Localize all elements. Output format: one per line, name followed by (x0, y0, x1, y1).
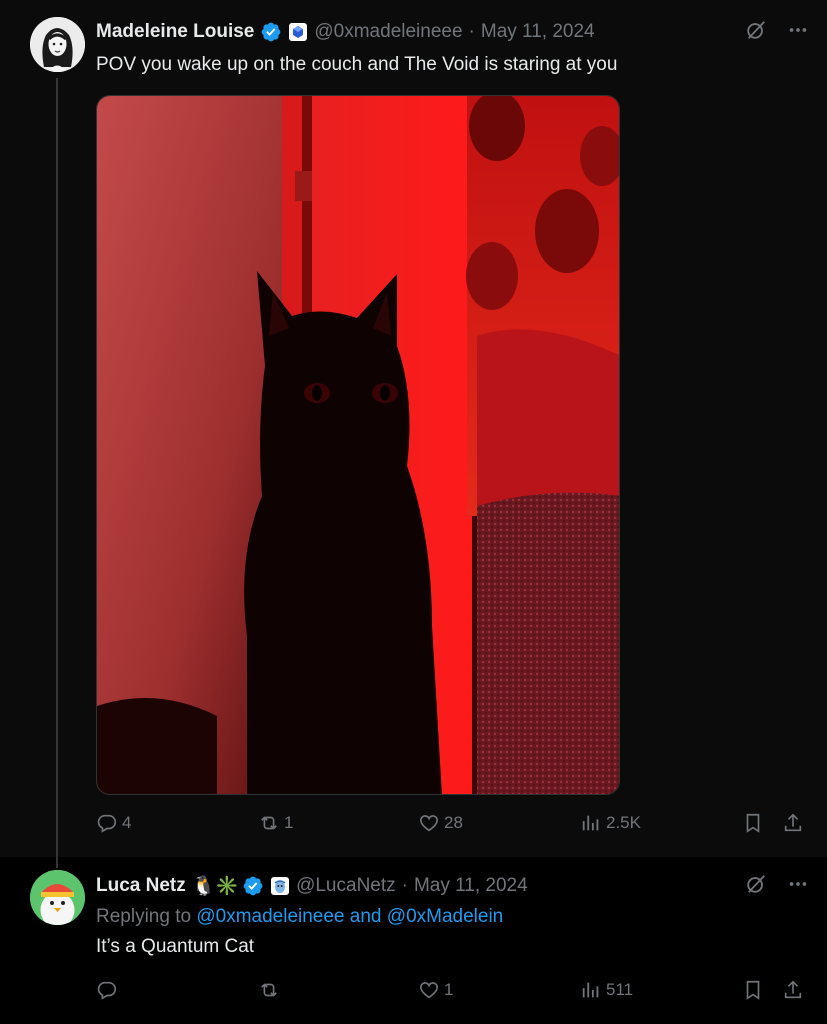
share-icon (784, 813, 802, 832)
bookmark-icon (746, 980, 760, 1000)
replying-to: Replying to @0xmadeleineee and @0xMadele… (96, 906, 503, 928)
replying-and[interactable]: and (345, 906, 387, 927)
reply-author-handle[interactable]: @LucaNetz (296, 875, 396, 897)
affiliate-badge-icon[interactable] (270, 876, 290, 896)
reply-top-actions (745, 873, 809, 900)
bookmark-action[interactable] (742, 812, 764, 834)
separator-dot: · (401, 875, 408, 896)
replying-prefix: Replying to (96, 906, 197, 927)
views-icon (582, 815, 599, 831)
grok-icon[interactable] (745, 19, 767, 46)
main-tweet-header: Madeleine Louise @0xmadeleineee · May 11… (96, 18, 595, 46)
name-emojis: 🐧✳️ (191, 876, 240, 897)
main-tweet-actions: 4 1 28 2.5K (96, 812, 808, 842)
reply-actions: 1 511 (96, 979, 808, 1009)
verified-badge-icon (260, 21, 282, 43)
share-action[interactable] (782, 979, 804, 1001)
reply-header: Luca Netz 🐧✳️ @LucaNetz · May 11, 2024 (96, 872, 528, 900)
replying-handle-1[interactable]: @0xmadeleineee (196, 906, 344, 927)
views-icon (582, 982, 599, 998)
verified-badge-icon (242, 875, 264, 897)
like-action[interactable]: 28 (418, 812, 463, 834)
bookmark-action[interactable] (742, 979, 764, 1001)
share-icon (784, 980, 802, 999)
retweet-action[interactable]: 1 (258, 812, 293, 834)
like-count: 28 (444, 813, 463, 832)
tweet-date[interactable]: May 11, 2024 (481, 21, 595, 43)
tweet-text: POV you wake up on the couch and The Voi… (96, 54, 618, 75)
reply-date[interactable]: May 11, 2024 (414, 875, 528, 897)
reply-action[interactable]: 4 (96, 812, 131, 834)
like-action[interactable]: 1 (418, 979, 453, 1001)
reply-action[interactable] (96, 979, 122, 1001)
replying-handle-2[interactable]: @0xMadelein (387, 906, 503, 927)
avatar-luca[interactable] (30, 870, 85, 925)
affiliate-badge-icon[interactable] (288, 22, 308, 42)
tweet-top-actions (745, 19, 809, 46)
like-count: 1 (444, 980, 454, 999)
avatar-madeleine[interactable] (30, 17, 85, 72)
more-icon[interactable] (787, 19, 809, 46)
share-action[interactable] (782, 812, 804, 834)
reply-icon (97, 981, 117, 1000)
separator-dot: · (468, 21, 475, 42)
more-icon[interactable] (787, 873, 809, 900)
bookmark-icon (746, 813, 760, 833)
retweet-icon (261, 983, 277, 997)
views-count: 511 (606, 980, 634, 999)
reply-text: It’s a Quantum Cat (96, 936, 255, 957)
author-handle[interactable]: @0xmadeleineee (314, 21, 462, 43)
author-name[interactable]: Madeleine Louise (96, 21, 254, 43)
like-icon (419, 982, 439, 999)
like-icon (419, 815, 439, 832)
views-action[interactable]: 511 (580, 979, 633, 1001)
retweet-count: 1 (284, 813, 294, 832)
views-count: 2.5K (606, 813, 641, 832)
grok-icon[interactable] (745, 873, 767, 900)
retweet-icon (261, 816, 277, 830)
views-action[interactable]: 2.5K (580, 812, 641, 834)
reply-count: 4 (122, 813, 132, 832)
reply-author-name[interactable]: Luca Netz (96, 875, 186, 897)
reply-icon (97, 814, 117, 833)
retweet-action[interactable] (258, 979, 284, 1001)
thread-connector-line (56, 78, 58, 868)
tweet-photo[interactable] (96, 95, 620, 795)
